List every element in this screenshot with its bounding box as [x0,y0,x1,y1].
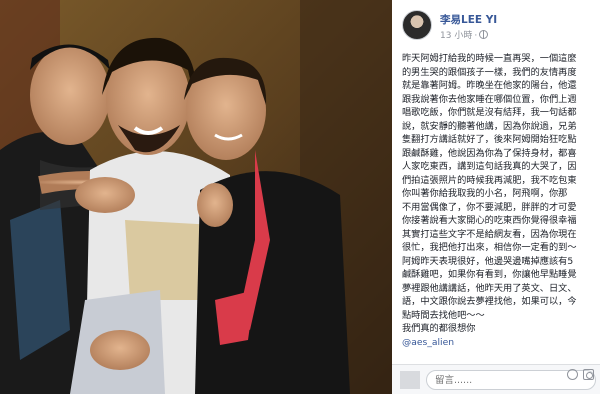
post-line: 的男生哭的跟個孩子一樣，我們的友情再度 [402,66,577,78]
post-line: 語，中文跟你說去夢裡找他，如果可以，今 [402,296,577,307]
post-line: 跟鹹酥雞，他說因為你為了保持身材，都喜 [402,147,577,159]
post-line: 不用當偶像了，你不要減肥，胖胖的才可愛 [402,201,577,213]
post-line: 你叫著你給我取我的小名，阿飛啊，你那 [402,188,568,199]
post-line: 鹹酥雞吧，如果你有看到，你讓他早點睡覺 [402,269,577,280]
post-line: 昨天阿姆打給我的時候一直再哭，一個這麼 [402,53,577,64]
post-line: 很忙，我把他打出來，相信你一定看的到～ [402,242,577,253]
author-name[interactable]: 李易LEE YI [440,12,497,27]
post-line: 其實打這些文字不是給網友看，因為你現在 [402,228,577,240]
post-meta: 13 小時 · [440,28,489,41]
post-line: 你接著說看大家開心的吃東西你覺得很幸福 [402,215,577,226]
post-line: 我們真的都很想你 [402,323,476,334]
emoji-icon[interactable] [567,369,578,380]
author-avatar[interactable] [402,10,432,40]
post-line: 阿姆昨天表現很好，他邊哭邊嘴掉應該有5 [402,255,574,267]
post-line: 就是靠著阿姆。昨晚坐在他家的陽台，他還 [402,80,577,91]
post-time[interactable]: 13 小時 [440,31,472,41]
post-line: 唱歌吃飯，你們就是沒有結拜，我一句話都 [402,107,577,118]
post-panel: 李易LEE YI 13 小時 · 昨天阿姆打給我的時候一直再哭，一個這麼 的男生哭… [392,0,600,394]
comment-icons [567,369,594,380]
post-header: 李易LEE YI 13 小時 · [402,8,600,44]
post-line: 隻翻打方講話就好了，後來阿姆開始狂吃點 [402,134,577,145]
post-line: 們拍這張照片的時候我再減肥，我不吃包東 [402,174,577,186]
post-text: 昨天阿姆打給我的時候一直再哭，一個這麼 的男生哭的跟個孩子一樣，我們的友情再度 … [402,52,600,372]
post-line: 跟我說著你去他家睡在哪個位置，你們上週 [402,93,577,105]
globe-icon [479,30,489,39]
post-line: 人家吃東西，講到這句話我真的大哭了，因 [402,161,577,172]
camera-icon[interactable] [583,369,594,380]
mention-link[interactable]: @aes_alien [402,336,600,350]
post-line: 點時間去找他吧～～ [402,309,485,321]
post-line: 夢裡跟他講講話，他昨天用了英文、日文、 [402,282,577,294]
post-photo[interactable] [0,0,392,394]
comment-bar [392,364,600,394]
post-line: 說，就安靜的聽著他講，因為你說過，兄弟 [402,120,577,132]
commenter-avatar [400,371,420,389]
group-photo [0,0,392,394]
